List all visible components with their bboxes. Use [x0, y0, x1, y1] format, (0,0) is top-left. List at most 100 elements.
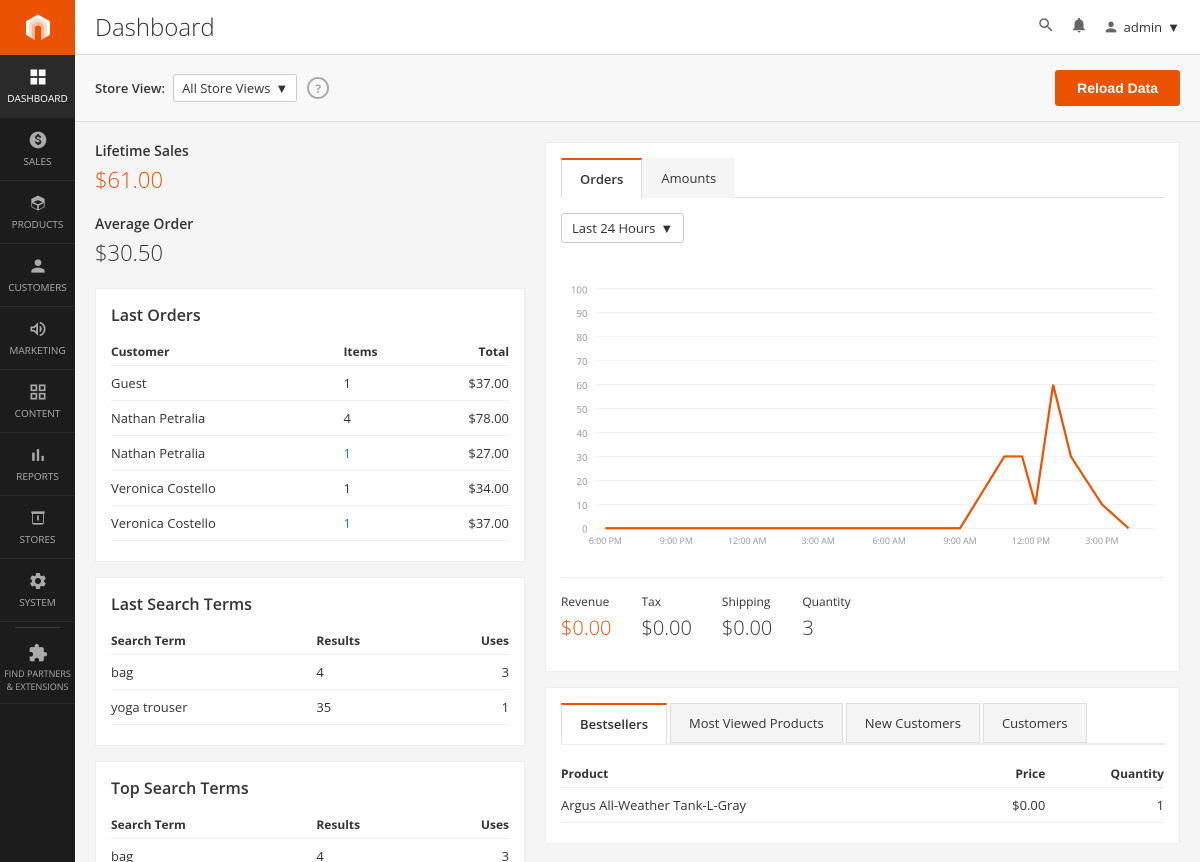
svg-text:9:00 PM: 9:00 PM	[660, 535, 693, 547]
term-cell: bag	[111, 839, 316, 862]
chart-tabs: Orders Amounts	[561, 158, 1164, 198]
svg-text:70: 70	[576, 355, 588, 368]
sidebar: DASHBOARD SALES PRODUCTS CUSTOMERS MARKE…	[0, 0, 75, 862]
svg-text:0: 0	[582, 523, 588, 536]
items-cell: 4	[343, 401, 418, 436]
total-cell: $34.00	[419, 471, 509, 506]
top-search-card: Top Search Terms Search Term Results Use…	[95, 761, 525, 862]
col-top-results: Results	[316, 811, 433, 839]
quantity-block: Quantity 3	[802, 593, 850, 641]
last-orders-card: Last Orders Customer Items Total Guest 1…	[95, 288, 525, 562]
col-uses: Uses	[434, 627, 509, 655]
uses-cell: 3	[434, 839, 509, 862]
squares-icon	[28, 382, 48, 402]
dollar-icon	[28, 130, 48, 150]
list-item: yoga trouser 35 1	[111, 690, 509, 725]
last-orders-title: Last Orders	[111, 304, 509, 326]
total-cell: $27.00	[419, 436, 509, 471]
sidebar-item-stores[interactable]: STORES	[0, 496, 75, 559]
avg-order-block: Average Order $30.50	[95, 215, 525, 268]
sidebar-item-sales[interactable]: SALES	[0, 118, 75, 181]
items-cell[interactable]: 1	[343, 436, 418, 471]
user-avatar-icon	[1103, 19, 1119, 35]
svg-text:12:00 PM: 12:00 PM	[1012, 535, 1050, 547]
tax-value: $0.00	[641, 614, 691, 641]
col-search-term: Search Term	[111, 627, 316, 655]
sidebar-item-customers[interactable]: CUSTOMERS	[0, 244, 75, 307]
last-search-table: Search Term Results Uses bag 4 3 yoga tr…	[111, 627, 509, 725]
col-top-term: Search Term	[111, 811, 316, 839]
user-menu[interactable]: admin ▼	[1103, 18, 1180, 36]
quantity-label: Quantity	[802, 593, 850, 610]
col-quantity: Quantity	[1045, 760, 1164, 788]
sidebar-divider	[15, 627, 60, 628]
bottom-tab-bar: Bestsellers Most Viewed Products New Cus…	[561, 703, 1164, 745]
total-cell: $37.00	[419, 506, 509, 541]
tab-bestsellers[interactable]: Bestsellers	[561, 703, 667, 744]
results-cell: 4	[316, 839, 433, 862]
main-area: Dashboard admin ▼ Store View: All Store …	[75, 0, 1200, 862]
svg-text:50: 50	[576, 403, 588, 416]
sidebar-item-system[interactable]: SYSTEM	[0, 559, 75, 622]
store-view-selector[interactable]: All Store Views ▼	[173, 74, 297, 102]
svg-text:60: 60	[576, 379, 588, 392]
sidebar-item-stores-label: STORES	[20, 532, 56, 546]
filter-chevron-icon: ▼	[660, 219, 673, 237]
box-icon	[28, 193, 48, 213]
customer-cell: Nathan Petralia	[111, 401, 343, 436]
sidebar-item-marketing[interactable]: MARKETING	[0, 307, 75, 370]
content-area: Lifetime Sales $61.00 Average Order $30.…	[75, 122, 1200, 862]
sidebar-item-reports[interactable]: REPORTS	[0, 433, 75, 496]
col-customer: Customer	[111, 338, 343, 366]
store-icon	[28, 508, 48, 528]
header-actions: admin ▼	[1037, 16, 1180, 39]
svg-text:90: 90	[576, 307, 588, 320]
items-cell: 1	[343, 366, 418, 401]
bell-icon[interactable]	[1070, 16, 1088, 39]
tab-customers[interactable]: Customers	[983, 703, 1087, 743]
sidebar-item-dashboard[interactable]: DASHBOARD	[0, 55, 75, 118]
svg-text:12:00 AM: 12:00 AM	[728, 535, 766, 547]
sidebar-item-extensions[interactable]: FIND PARTNERS & EXTENSIONS	[0, 633, 75, 704]
avg-order-label: Average Order	[95, 215, 525, 234]
time-range-selector[interactable]: Last 24 Hours ▼	[561, 213, 684, 243]
svg-text:10: 10	[576, 499, 588, 512]
sidebar-logo[interactable]	[0, 0, 75, 55]
col-items: Items	[343, 338, 418, 366]
col-price: Price	[972, 760, 1046, 788]
sidebar-item-products[interactable]: PRODUCTS	[0, 181, 75, 244]
avg-order-value: $30.50	[95, 238, 525, 268]
total-cell: $37.00	[419, 366, 509, 401]
term-cell: bag	[111, 655, 316, 690]
col-results: Results	[316, 627, 433, 655]
term-cell: yoga trouser	[111, 690, 316, 725]
lifetime-sales-block: Lifetime Sales $61.00	[95, 142, 525, 195]
shipping-label: Shipping	[722, 593, 772, 610]
customer-cell: Nathan Petralia	[111, 436, 343, 471]
sidebar-item-reports-label: REPORTS	[16, 469, 59, 483]
revenue-row: Revenue $0.00 Tax $0.00 Shipping $0.00 Q…	[561, 577, 1164, 656]
chart-svg: 100 90 80 70 60 50 40 30	[561, 253, 1164, 573]
tax-block: Tax $0.00	[641, 593, 691, 641]
search-icon[interactable]	[1037, 16, 1055, 39]
help-icon[interactable]: ?	[307, 77, 329, 99]
tab-new-customers[interactable]: New Customers	[846, 703, 980, 743]
sidebar-item-products-label: PRODUCTS	[12, 217, 64, 231]
toolbar: Store View: All Store Views ▼ ? Reload D…	[75, 55, 1200, 122]
revenue-block: Revenue $0.00	[561, 593, 611, 641]
reload-data-button[interactable]: Reload Data	[1055, 70, 1180, 106]
svg-text:3:00 PM: 3:00 PM	[1085, 535, 1118, 547]
tab-orders[interactable]: Orders	[561, 158, 642, 198]
store-view-label: Store View:	[95, 79, 165, 97]
store-view-value: All Store Views	[182, 79, 270, 97]
tab-most-viewed[interactable]: Most Viewed Products	[670, 703, 843, 743]
sidebar-item-marketing-label: MARKETING	[9, 343, 65, 357]
grid-icon	[28, 67, 48, 87]
shipping-block: Shipping $0.00	[722, 593, 772, 641]
revenue-label: Revenue	[561, 593, 611, 610]
sidebar-item-content[interactable]: CONTENT	[0, 370, 75, 433]
top-search-table: Search Term Results Uses bag 4 3 yoga tr…	[111, 811, 509, 862]
items-cell[interactable]: 1	[343, 506, 418, 541]
tab-amounts[interactable]: Amounts	[642, 158, 735, 198]
last-orders-table: Customer Items Total Guest 1 $37.00 Nath…	[111, 338, 509, 541]
